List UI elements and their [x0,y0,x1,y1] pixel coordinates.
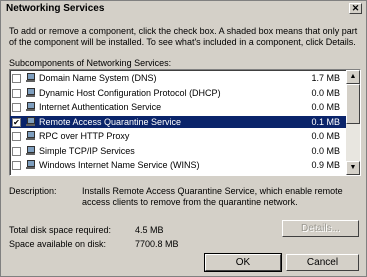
subcomponents-label: Subcomponents of Networking Services: [9,58,172,68]
component-row[interactable]: RPC over HTTP Proxy 0.0 MB [10,130,346,142]
component-name: Domain Name System (DNS) [39,73,157,83]
network-component-icon [26,145,36,156]
scroll-thumb[interactable] [346,84,360,124]
vertical-scrollbar[interactable]: ▲ ▼ [346,70,360,175]
network-component-icon [26,116,36,127]
component-checkbox[interactable] [12,103,21,112]
network-component-icon [26,73,36,83]
component-row[interactable]: ✔ Remote Access Quarantine Service 0.1 MB [10,115,346,128]
component-name: Simple TCP/IP Services [39,145,135,156]
scroll-up-button[interactable]: ▲ [346,70,360,84]
component-checkbox[interactable] [12,74,21,83]
subcomponents-list[interactable]: Domain Name System (DNS) 1.7 MB Dynamic Ho… [9,69,361,176]
window-title: Networking Services [6,3,105,14]
component-size: 0.0 MB [311,131,340,141]
component-name: Remote Access Quarantine Service [39,116,182,127]
scroll-up-icon: ▲ [349,73,357,80]
description-text: Installs Remote Access Quarantine Servic… [82,186,343,207]
component-size: 0.1 MB [311,116,340,127]
networking-services-dialog: Networking Services ✕ To add or remove a… [0,0,367,277]
component-size: 0.9 MB [311,160,340,170]
scroll-down-icon: ▼ [349,164,357,171]
ok-button[interactable]: OK [204,253,282,272]
title-bar: Networking Services ✕ [1,1,366,17]
component-name: Windows Internet Name Service (WINS) [39,160,200,170]
instructions-text: To add or remove a component, click the … [9,26,358,47]
component-row[interactable]: Simple TCP/IP Services 0.0 MB [10,145,346,157]
component-checkbox[interactable] [12,146,21,156]
network-component-icon [26,87,36,98]
component-row[interactable]: Windows Internet Name Service (WINS) 0.9 … [10,159,346,171]
close-icon: ✕ [351,3,360,13]
component-row[interactable]: Dynamic Host Configuration Protocol (DHC… [10,87,346,99]
component-checkbox[interactable] [12,88,21,98]
description-label: Description: [9,186,57,196]
details-button[interactable]: Details... [282,220,359,237]
scroll-down-button[interactable]: ▼ [346,161,360,175]
component-checkbox[interactable] [12,161,21,170]
disk-available-label: Space available on disk: [9,239,107,249]
component-row[interactable]: Domain Name System (DNS) 1.7 MB [10,72,346,84]
component-size: 0.0 MB [311,145,340,156]
component-size: 0.0 MB [311,87,340,98]
disk-required-value: 4.5 MB [135,225,164,235]
network-component-icon [26,102,36,112]
network-component-icon [26,131,36,141]
component-name: RPC over HTTP Proxy [39,131,130,141]
network-component-icon [26,160,36,170]
cancel-button[interactable]: Cancel [286,254,359,271]
component-size: 1.7 MB [311,73,340,83]
component-row[interactable]: Internet Authentication Service 0.0 MB [10,101,346,113]
component-checkbox[interactable]: ✔ [12,117,21,127]
disk-required-label: Total disk space required: [9,225,112,235]
component-name: Internet Authentication Service [39,102,162,112]
close-button[interactable]: ✕ [349,3,362,14]
disk-available-value: 7700.8 MB [135,239,179,249]
component-name: Dynamic Host Configuration Protocol (DHC… [39,87,221,98]
component-size: 0.0 MB [311,102,340,112]
component-checkbox[interactable] [12,132,21,141]
